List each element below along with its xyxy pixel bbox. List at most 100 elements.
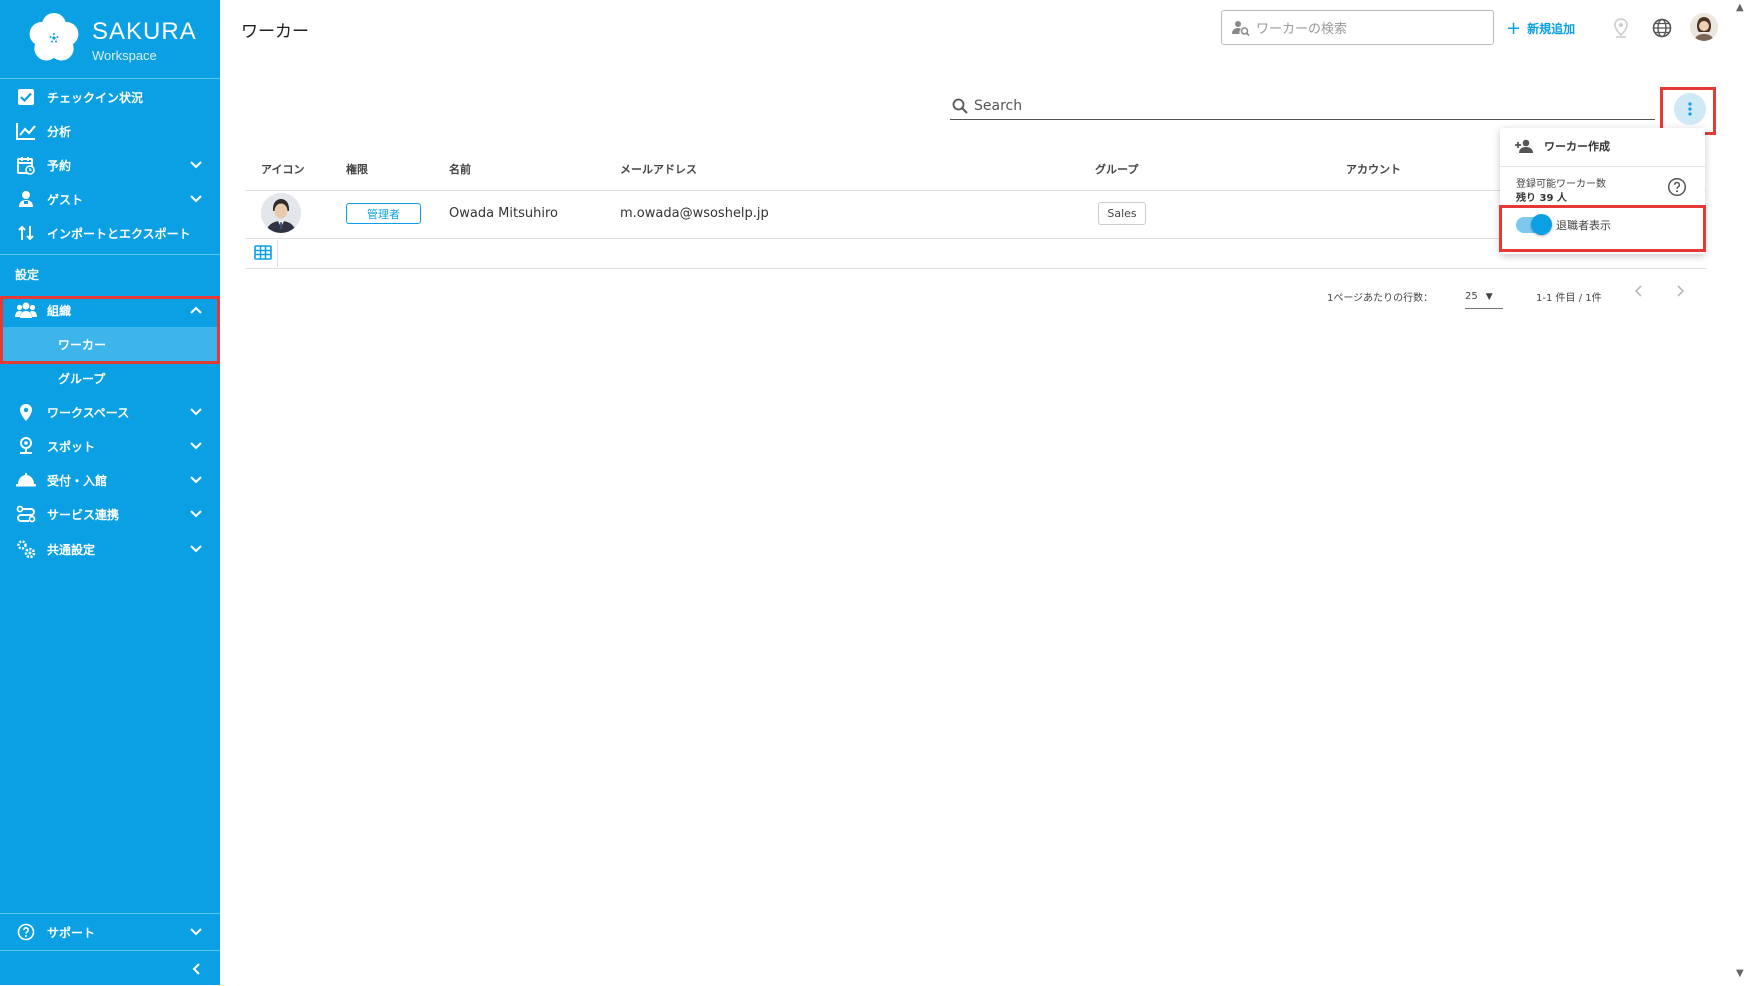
chevron-down-icon [186,510,206,518]
sakura-flower-icon [29,13,79,61]
rows-per-page-select[interactable]: 25 ▼ [1465,285,1503,309]
sidebar-item-integration[interactable]: サービス連携 [0,497,220,531]
sidebar-item-label: スポット [47,439,96,454]
chevron-down-icon [186,195,206,203]
location-pin-icon[interactable] [1609,16,1633,40]
section-label-settings: 設定 [15,268,40,282]
sidebar-item-label: 受付・入館 [47,473,108,488]
plus-icon: + [1506,18,1522,39]
remaining-workers-value: 残り 39 人 [1516,193,1567,204]
scroll-down-arrow[interactable]: ▼ [1736,968,1744,979]
create-worker-menu-item[interactable]: ワーカー作成 [1514,138,1610,154]
sidebar-item-checkin[interactable]: チェックイン状況 [0,80,220,114]
integration-icon [15,503,37,525]
worker-email: m.owada@wsoshelp.jp [620,206,769,221]
sidebar-item-label: サポート [47,925,96,940]
rows-per-page-value: 25 [1465,291,1478,302]
user-avatar[interactable] [1690,13,1718,41]
next-page-button[interactable] [1677,285,1685,301]
search-icon [952,98,968,114]
add-person-icon [1514,139,1534,153]
chevron-left-icon [186,963,206,975]
dropdown-arrow-icon: ▼ [1485,291,1493,302]
add-new-button[interactable]: + 新規追加 [1506,18,1575,39]
sidebar-item-label: ワークスペース [47,405,130,420]
chart-icon [15,120,37,142]
chevron-down-icon [186,928,206,936]
worker-avatar [261,193,301,233]
divider [0,254,220,255]
worker-name: Owada Mitsuhiro [449,206,558,221]
sidebar-item-groups[interactable]: グループ [0,361,220,395]
search-placeholder: Search [974,97,1023,114]
help-circle-icon[interactable] [1667,177,1689,199]
column-header-email[interactable]: メールアドレス [620,161,697,177]
divider [1500,166,1705,167]
help-circle-icon [15,921,37,943]
role-badge: 管理者 [346,203,421,224]
divider [246,190,1706,191]
divider [277,240,278,267]
prev-page-button[interactable] [1634,285,1642,301]
table-search-input[interactable]: Search [950,92,1655,120]
column-header-icon[interactable]: アイコン [261,161,304,177]
map-pin-icon [15,401,37,423]
sidebar-item-label: サービス連携 [47,507,120,522]
highlight-box [0,296,220,364]
sidebar: SAKURA Workspace チェックイン状況 分析 予約 ゲスト インポー… [0,0,220,985]
divider [246,238,1706,239]
chevron-left-icon [1634,285,1642,297]
spot-pin-icon [15,435,37,457]
chevron-down-icon [186,476,206,484]
sidebar-item-label: 共通設定 [47,542,96,557]
checkbox-icon [15,86,37,108]
worker-search-input[interactable]: ワーカーの検索 [1221,10,1494,45]
column-settings-button[interactable] [254,245,272,261]
chevron-down-icon [186,161,206,169]
person-search-icon [1232,20,1250,36]
column-header-name[interactable]: 名前 [449,161,471,177]
brand-logo[interactable]: SAKURA Workspace [24,8,204,68]
sidebar-item-label: ゲスト [47,192,84,207]
rows-per-page-label: 1ページあたりの行数： [1327,293,1434,304]
sidebar-item-reservation[interactable]: 予約 [0,148,220,182]
sidebar-item-import-export[interactable]: インポートとエクスポート [0,216,220,250]
sidebar-item-common-settings[interactable]: 共通設定 [0,532,220,566]
reception-icon [15,469,37,491]
divider [0,950,220,951]
chevron-down-icon [186,442,206,450]
brand-title: SAKURA [92,18,197,45]
globe-icon[interactable] [1650,16,1674,40]
scroll-up-arrow[interactable]: ▲ [1736,2,1744,13]
pagination-range: 1-1 件目 / 1件 [1536,293,1602,304]
remaining-workers-label: 登録可能ワーカー数 [1516,179,1606,190]
sidebar-item-guest[interactable]: ゲスト [0,182,220,216]
divider [0,78,220,79]
group-chip: Sales [1098,202,1146,225]
highlight-box [1499,205,1706,252]
create-worker-label: ワーカー作成 [1544,140,1610,153]
collapse-sidebar-button[interactable] [0,952,220,986]
import-export-icon [15,222,37,244]
column-header-group[interactable]: グループ [1095,161,1138,177]
add-new-label: 新規追加 [1527,22,1576,36]
gears-icon [15,538,37,560]
divider [0,913,220,914]
sidebar-item-spot[interactable]: スポット [0,429,220,463]
column-header-account[interactable]: アカウント [1346,161,1401,177]
guest-icon [15,188,37,210]
column-header-role[interactable]: 権限 [346,161,368,177]
divider [246,268,1706,269]
table-grid-icon [254,245,272,260]
calendar-icon [15,154,37,176]
sidebar-item-support[interactable]: サポート [0,915,220,949]
page-title: ワーカー [241,22,309,42]
sidebar-item-label: 分析 [47,124,72,139]
sidebar-item-label: 予約 [47,158,72,173]
sidebar-item-analytics[interactable]: 分析 [0,114,220,148]
sidebar-item-reception[interactable]: 受付・入館 [0,463,220,497]
sidebar-item-label: チェックイン状況 [47,90,144,105]
sidebar-item-workspace[interactable]: ワークスペース [0,395,220,429]
chevron-right-icon [1677,285,1685,297]
chevron-down-icon [186,545,206,553]
